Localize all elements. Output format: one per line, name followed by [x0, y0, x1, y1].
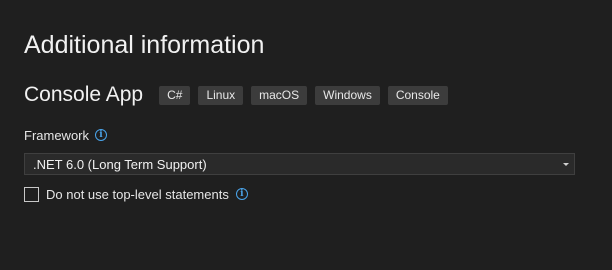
top-level-statements-checkbox[interactable] [24, 186, 39, 202]
info-icon[interactable]: i [235, 188, 248, 200]
page-title: Additional information [24, 31, 265, 59]
framework-label-row: Framework i [24, 126, 108, 144]
tag-language: C# [159, 85, 191, 105]
framework-select[interactable]: .NET 6.0 (Long Term Support) [24, 153, 575, 175]
framework-label: Framework [24, 127, 90, 143]
info-icon[interactable]: i [95, 129, 108, 141]
template-name: Console App [24, 83, 144, 106]
template-header: Console App C# Linux macOS Windows Conso… [24, 83, 456, 107]
chevron-down-icon [563, 162, 569, 166]
tag-project-type: Console [387, 85, 448, 105]
tag-platform-linux: Linux [198, 85, 244, 105]
top-level-statements-row: Do not use top-level statements i [24, 185, 248, 203]
tag-platform-macos: macOS [251, 85, 308, 105]
tag-platform-windows: Windows [315, 85, 380, 105]
top-level-statements-label[interactable]: Do not use top-level statements [46, 187, 229, 202]
framework-selected-value: .NET 6.0 (Long Term Support) [33, 156, 207, 172]
